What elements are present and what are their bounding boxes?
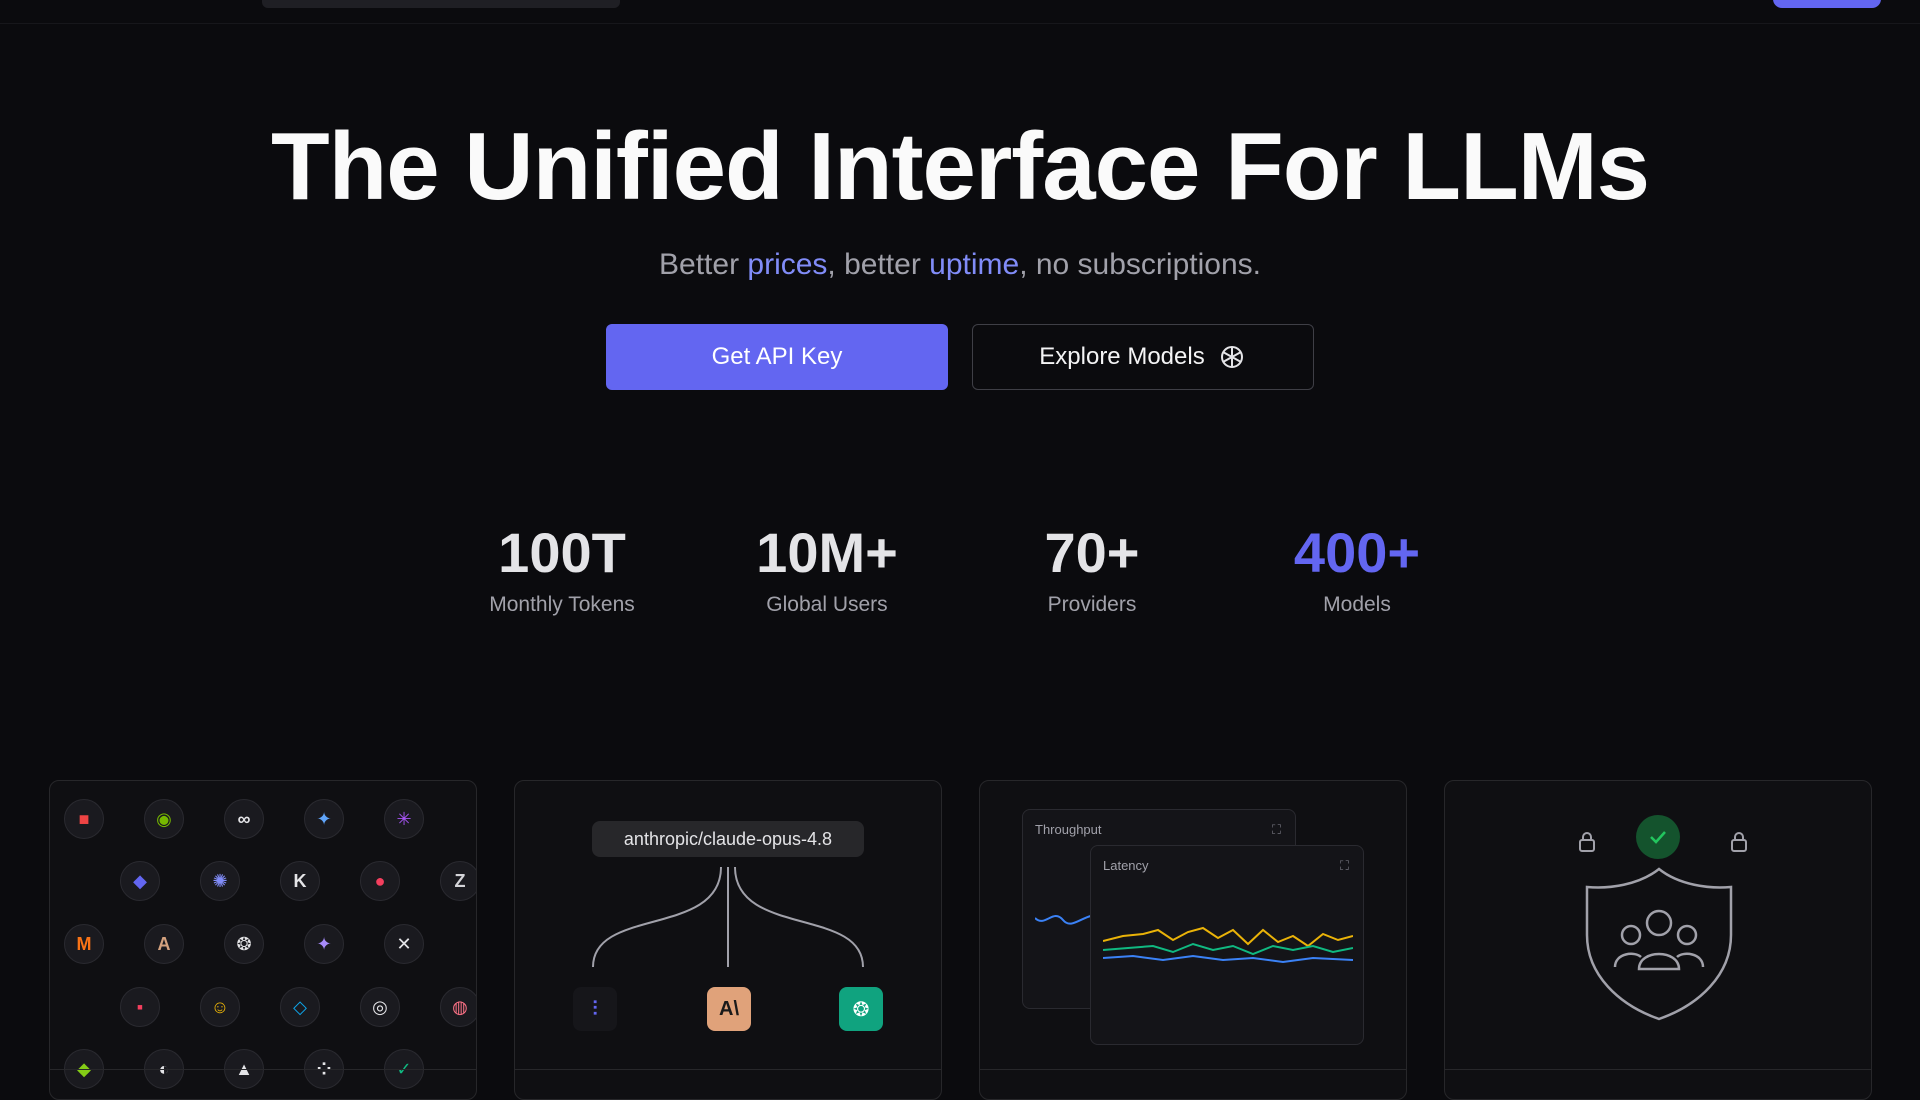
- card-divider: [515, 1069, 941, 1070]
- card-security[interactable]: [1444, 780, 1872, 1100]
- card-divider: [50, 1069, 476, 1070]
- stat-providers: 70+ Providers: [972, 520, 1212, 617]
- latency-panel: Latency ⛶: [1090, 845, 1364, 1045]
- routing-lines: [592, 867, 864, 968]
- expand-icon[interactable]: ⛶: [1272, 822, 1281, 838]
- provider-logo-icon: ◍: [440, 987, 476, 1027]
- perplexity-logo-icon: ✳: [384, 799, 424, 839]
- card-divider: [1445, 1069, 1871, 1070]
- cohere-logo-icon: ●: [360, 861, 400, 901]
- stat-monthly-tokens: 100T Monthly Tokens: [442, 520, 682, 617]
- meta-logo-icon: ∞: [224, 799, 264, 839]
- top-nav: [0, 0, 1920, 24]
- hero-subtitle: Better prices, better uptime, no subscri…: [0, 248, 1920, 282]
- provider-icon: ⫶: [573, 987, 617, 1031]
- latency-chart: [1103, 926, 1353, 964]
- stat-label: Global Users: [766, 593, 888, 616]
- provider-logo-icon: ◎: [360, 987, 400, 1027]
- subtitle-part: , no subscriptions.: [1019, 248, 1261, 281]
- stat-label: Models: [1323, 593, 1391, 616]
- subtitle-part: , better: [827, 248, 930, 281]
- zhipu-logo-icon: Z: [440, 861, 476, 901]
- stat-value: 100T: [498, 521, 626, 584]
- expand-icon[interactable]: ⛶: [1340, 858, 1349, 874]
- anthropic-logo-icon: A: [144, 924, 184, 964]
- search-bar[interactable]: [262, 0, 620, 8]
- gemini-logo-icon: ✦: [304, 799, 344, 839]
- openai-logo-icon: ❂: [224, 924, 264, 964]
- card-routing[interactable]: anthropic/claude-opus-4.8 ⫶ A\ ❂: [514, 780, 942, 1100]
- stat-label: Monthly Tokens: [489, 593, 635, 616]
- get-api-key-button[interactable]: Get API Key: [606, 324, 948, 390]
- sparkle-logo-icon: ✦: [304, 924, 344, 964]
- subtitle-part: Better: [659, 248, 748, 281]
- mistral-logo-icon: M: [64, 924, 104, 964]
- anthropic-icon: A\: [707, 987, 751, 1031]
- deepseek-logo-icon: ◆: [120, 861, 160, 901]
- prices-link[interactable]: prices: [747, 248, 827, 281]
- card-divider: [980, 1069, 1406, 1070]
- kimi-logo-icon: K: [280, 861, 320, 901]
- model-id-pill: anthropic/claude-opus-4.8: [592, 821, 864, 857]
- explore-models-button[interactable]: Explore Models: [972, 324, 1314, 390]
- huggingface-logo-icon: ☺: [200, 987, 240, 1027]
- check-icon: [1636, 815, 1680, 859]
- stat-value: 10M+: [756, 521, 898, 584]
- stat-models: 400+ Models: [1237, 520, 1477, 617]
- sign-in-button[interactable]: [1773, 0, 1881, 8]
- stat-global-users: 10M+ Global Users: [707, 520, 947, 617]
- nvidia-logo-icon: ◉: [144, 799, 184, 839]
- stat-label: Providers: [1047, 593, 1137, 616]
- hero-title: The Unified Interface For LLMs: [270, 113, 1650, 220]
- throughput-title: Throughput: [1035, 822, 1102, 837]
- openai-icon: ❂: [839, 987, 883, 1031]
- xai-logo-icon: ✕: [384, 924, 424, 964]
- openai-icon: [1220, 346, 1243, 368]
- explore-models-label: Explore Models: [1039, 343, 1205, 370]
- shield-users-icon: [1585, 867, 1733, 1021]
- lock-icon: [1729, 831, 1749, 858]
- card-providers-grid[interactable]: ■ ◉ ∞ ✦ ✳ ◆ ✺ K ● Z M A ❂ ✦ ✕ ▪ ☺ ◇ ◎ ◍ …: [49, 780, 477, 1100]
- qwen-logo-icon: ✺: [200, 861, 240, 901]
- latency-title: Latency: [1103, 858, 1149, 873]
- provider-logo-icon: ◇: [280, 987, 320, 1027]
- microsoft-logo-icon: ■: [64, 799, 104, 839]
- card-performance[interactable]: Throughput ⛶ Latency ⛶: [979, 780, 1407, 1100]
- uptime-link[interactable]: uptime: [929, 248, 1019, 281]
- get-api-key-label: Get API Key: [711, 343, 843, 370]
- stat-value: 400+: [1293, 521, 1421, 584]
- lock-icon: [1577, 831, 1597, 858]
- stat-value: 70+: [1044, 521, 1140, 584]
- provider-logo-icon: ▪: [120, 987, 160, 1027]
